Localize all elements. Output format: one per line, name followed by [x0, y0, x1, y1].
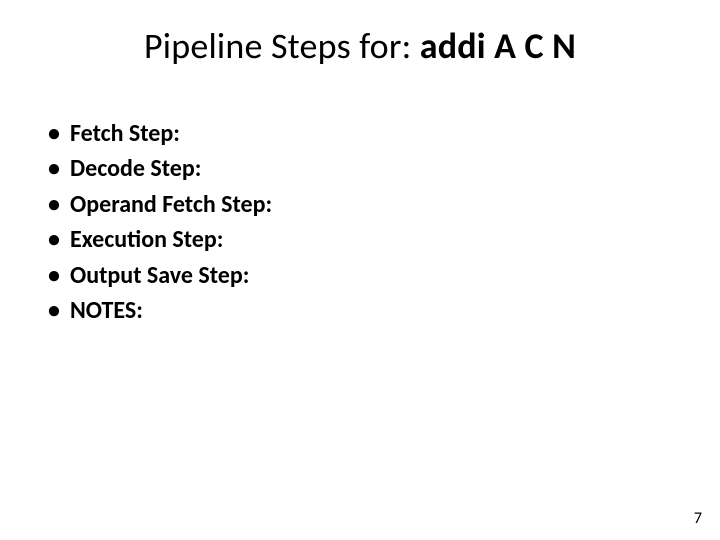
list-item: Decode Step:: [40, 153, 680, 185]
title-prefix: Pipeline Steps for:: [144, 24, 420, 68]
step-label: Decode Step:: [70, 154, 201, 183]
list-item: Output Save Step:: [40, 260, 680, 292]
slide-title: Pipeline Steps for: addi A C N: [0, 26, 720, 67]
list-item: Operand Fetch Step:: [40, 189, 680, 221]
list-item: NOTES:: [40, 295, 680, 327]
pipeline-steps-list: Fetch Step: Decode Step: Operand Fetch S…: [40, 118, 680, 292]
title-instruction: addi A C N: [420, 24, 576, 68]
step-label: Execution Step:: [70, 225, 223, 254]
slide: Pipeline Steps for: addi A C N Fetch Ste…: [0, 0, 720, 540]
slide-body: Fetch Step: Decode Step: Operand Fetch S…: [40, 118, 680, 330]
step-label: Fetch Step:: [70, 119, 180, 148]
step-label: Output Save Step:: [70, 261, 249, 290]
page-number: 7: [694, 509, 702, 528]
notes-list: NOTES:: [40, 295, 680, 327]
list-item: Fetch Step:: [40, 118, 680, 150]
step-label: Operand Fetch Step:: [70, 190, 272, 219]
notes-label: NOTES:: [70, 296, 143, 325]
list-item: Execution Step:: [40, 224, 680, 256]
